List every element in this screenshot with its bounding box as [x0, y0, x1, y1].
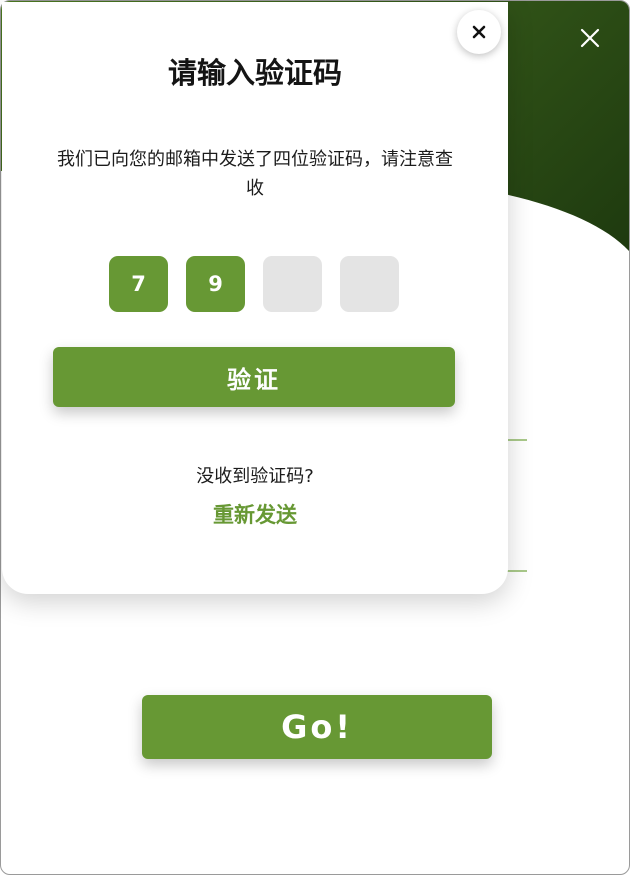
- no-code-text: 没收到验证码?: [196, 466, 314, 487]
- modal-description: 我们已向您的邮箱中发送了四位验证码，请注意查收: [57, 149, 453, 199]
- input-underline: [507, 439, 527, 441]
- close-icon: [580, 28, 600, 48]
- go-button[interactable]: Go!: [142, 695, 492, 759]
- modal-close-button[interactable]: [457, 10, 501, 54]
- code-digit-4[interactable]: [340, 256, 399, 312]
- modal-title: 请输入验证码: [167, 56, 342, 90]
- background-close-button[interactable]: [573, 21, 607, 55]
- close-icon: [472, 25, 486, 39]
- code-digit-2[interactable]: 9: [186, 256, 245, 312]
- input-underline: [507, 570, 527, 572]
- verify-button[interactable]: 验证: [53, 347, 455, 407]
- verification-modal: 请输入验证码 我们已向您的邮箱中发送了四位验证码，请注意查收 7 9 验证 没收…: [2, 2, 508, 594]
- resend-link[interactable]: 重新发送: [2, 499, 508, 529]
- code-digit-1[interactable]: 7: [109, 256, 168, 312]
- code-digit-3[interactable]: [263, 256, 322, 312]
